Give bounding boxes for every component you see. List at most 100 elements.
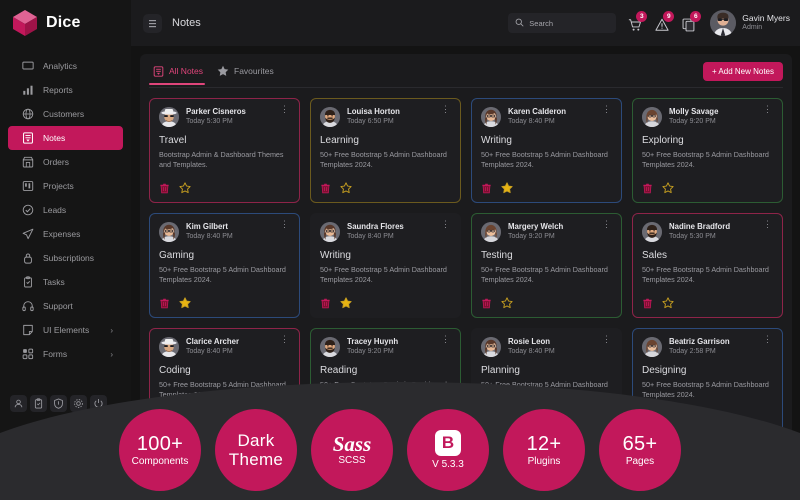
delete-icon[interactable] <box>642 298 653 309</box>
tab-all-notes[interactable]: All Notes <box>149 66 213 84</box>
note-more-options-icon[interactable]: ⋮ <box>440 337 451 342</box>
note-more-options-icon[interactable]: ⋮ <box>279 222 290 227</box>
check-circle-icon <box>22 204 34 216</box>
note-more-options-icon[interactable]: ⋮ <box>440 222 451 227</box>
delete-icon[interactable] <box>642 183 653 194</box>
note-author-meta: Kim Gilbert Today 8:40 PM <box>186 222 233 241</box>
note-author-avatar <box>159 337 179 357</box>
favourite-star-icon[interactable] <box>179 182 191 194</box>
favourite-star-icon[interactable] <box>662 182 674 194</box>
note-card-header: Saundra Flores Today 8:40 PM ⋮ <box>320 222 451 242</box>
note-title: Planning <box>481 365 612 376</box>
note-card[interactable]: Karen Calderon Today 8:40 PM ⋮ Writing 5… <box>471 98 622 203</box>
globe-icon <box>22 108 34 120</box>
favourite-star-icon[interactable] <box>340 297 352 309</box>
favourite-star-icon[interactable] <box>501 182 513 194</box>
search-input[interactable] <box>529 19 609 28</box>
sidebar-item-reports[interactable]: Reports <box>8 78 123 102</box>
sidebar-item-subscriptions[interactable]: Subscriptions <box>8 246 123 270</box>
sidebar-item-customers[interactable]: Customers <box>8 102 123 126</box>
files-icon[interactable]: 6 <box>681 14 697 32</box>
promo-badge[interactable]: 65+ Pages <box>599 409 681 491</box>
delete-icon[interactable] <box>481 183 492 194</box>
user-menu[interactable]: Gavin Myers Admin <box>710 10 790 36</box>
promo-badge-sub: Theme <box>229 450 283 469</box>
sidebar-item-forms[interactable]: Forms› <box>8 342 123 366</box>
note-description: 50+ Free Bootstrap 5 Admin Dashboard Tem… <box>481 265 612 286</box>
delete-icon[interactable] <box>159 298 170 309</box>
sidebar-item-notes[interactable]: Notes <box>8 126 123 150</box>
chevron-right-icon: › <box>110 350 113 359</box>
promo-badge[interactable]: Sass SCSS <box>311 409 393 491</box>
note-author-avatar <box>159 222 179 242</box>
promo-badge[interactable]: 100+ Components <box>119 409 201 491</box>
note-author-name: Saundra Flores <box>347 222 404 232</box>
chevron-right-icon: › <box>110 326 113 335</box>
note-title: Gaming <box>159 250 290 261</box>
sidebar-item-tasks[interactable]: Tasks <box>8 270 123 294</box>
promo-badge[interactable]: Dark Theme <box>215 409 297 491</box>
tabs-row: All Notes Favourites + Add New Notes <box>149 62 783 88</box>
note-author-meta: Beatriz Garrison Today 2:58 PM <box>669 337 730 356</box>
note-actions <box>159 182 290 194</box>
note-card[interactable]: Louisa Horton Today 6:50 PM ⋮ Learning 5… <box>310 98 461 203</box>
note-more-options-icon[interactable]: ⋮ <box>762 222 773 227</box>
note-more-options-icon[interactable]: ⋮ <box>440 107 451 112</box>
hamburger-icon[interactable] <box>143 14 162 33</box>
note-card-header: Tracey Huynh Today 9:20 PM ⋮ <box>320 337 451 357</box>
note-more-options-icon[interactable]: ⋮ <box>601 337 612 342</box>
delete-icon[interactable] <box>320 298 331 309</box>
delete-icon[interactable] <box>320 183 331 194</box>
headset-icon <box>22 300 34 312</box>
note-author-meta: Parker Cisneros Today 5:30 PM <box>186 107 246 126</box>
favourite-star-icon[interactable] <box>179 297 191 309</box>
delete-icon[interactable] <box>159 183 170 194</box>
note-more-options-icon[interactable]: ⋮ <box>762 337 773 342</box>
note-more-options-icon[interactable]: ⋮ <box>762 107 773 112</box>
note-card[interactable]: Margery Welch Today 9:20 PM ⋮ Testing 50… <box>471 213 622 318</box>
note-card-header: Nadine Bradford Today 5:30 PM ⋮ <box>642 222 773 242</box>
note-more-options-icon[interactable]: ⋮ <box>279 107 290 112</box>
tab-favourites[interactable]: Favourites <box>213 65 284 84</box>
favourite-star-icon[interactable] <box>501 297 513 309</box>
sidebar-item-label: Subscriptions <box>43 253 94 263</box>
note-card[interactable]: Saundra Flores Today 8:40 PM ⋮ Writing 5… <box>310 213 461 318</box>
promo-badge[interactable]: B V 5.3.3 <box>407 409 489 491</box>
note-card[interactable]: Parker Cisneros Today 5:30 PM ⋮ Travel B… <box>149 98 300 203</box>
note-more-options-icon[interactable]: ⋮ <box>601 222 612 227</box>
warning-icon[interactable]: 9 <box>654 14 670 32</box>
star-icon <box>217 65 229 77</box>
sidebar-item-support[interactable]: Support <box>8 294 123 318</box>
note-card-header: Clarice Archer Today 8:40 PM ⋮ <box>159 337 290 357</box>
sidebar-item-projects[interactable]: Projects <box>8 174 123 198</box>
favourite-star-icon[interactable] <box>662 297 674 309</box>
note-actions <box>481 297 612 309</box>
note-card[interactable]: Molly Savage Today 9:20 PM ⋮ Exploring 5… <box>632 98 783 203</box>
favourite-star-icon[interactable] <box>340 182 352 194</box>
add-new-notes-button[interactable]: + Add New Notes <box>703 62 783 81</box>
delete-icon[interactable] <box>481 298 492 309</box>
user-name: Gavin Myers <box>742 13 790 24</box>
note-card-header: Karen Calderon Today 8:40 PM ⋮ <box>481 107 612 127</box>
sidebar-item-orders[interactable]: Orders <box>8 150 123 174</box>
promo-badge[interactable]: 12+ Plugins <box>503 409 585 491</box>
sidebar-item-analytics[interactable]: Analytics <box>8 54 123 78</box>
cart-icon[interactable]: 3 <box>627 14 643 32</box>
note-card[interactable]: Nadine Bradford Today 5:30 PM ⋮ Sales 50… <box>632 213 783 318</box>
note-author-meta: Nadine Bradford Today 5:30 PM <box>669 222 730 241</box>
note-actions <box>481 182 612 194</box>
note-description: 50+ Free Bootstrap 5 Admin Dashboard Tem… <box>159 380 290 401</box>
sidebar-item-leads[interactable]: Leads <box>8 198 123 222</box>
sidebar-item-ui-elements[interactable]: UI Elements› <box>8 318 123 342</box>
note-card[interactable]: Kim Gilbert Today 8:40 PM ⋮ Gaming 50+ F… <box>149 213 300 318</box>
user-role: Admin <box>742 24 790 33</box>
store-icon <box>22 156 34 168</box>
note-more-options-icon[interactable]: ⋮ <box>601 107 612 112</box>
sidebar-item-expenses[interactable]: Expenses <box>8 222 123 246</box>
search-box[interactable] <box>508 13 616 33</box>
sidebar-item-label: Leads <box>43 205 66 215</box>
brand[interactable]: Dice <box>0 0 131 46</box>
promo-badge-main: 12+ <box>527 433 562 455</box>
note-description: 50+ Free Bootstrap 5 Admin Dashboard Tem… <box>642 265 773 286</box>
note-more-options-icon[interactable]: ⋮ <box>279 337 290 342</box>
